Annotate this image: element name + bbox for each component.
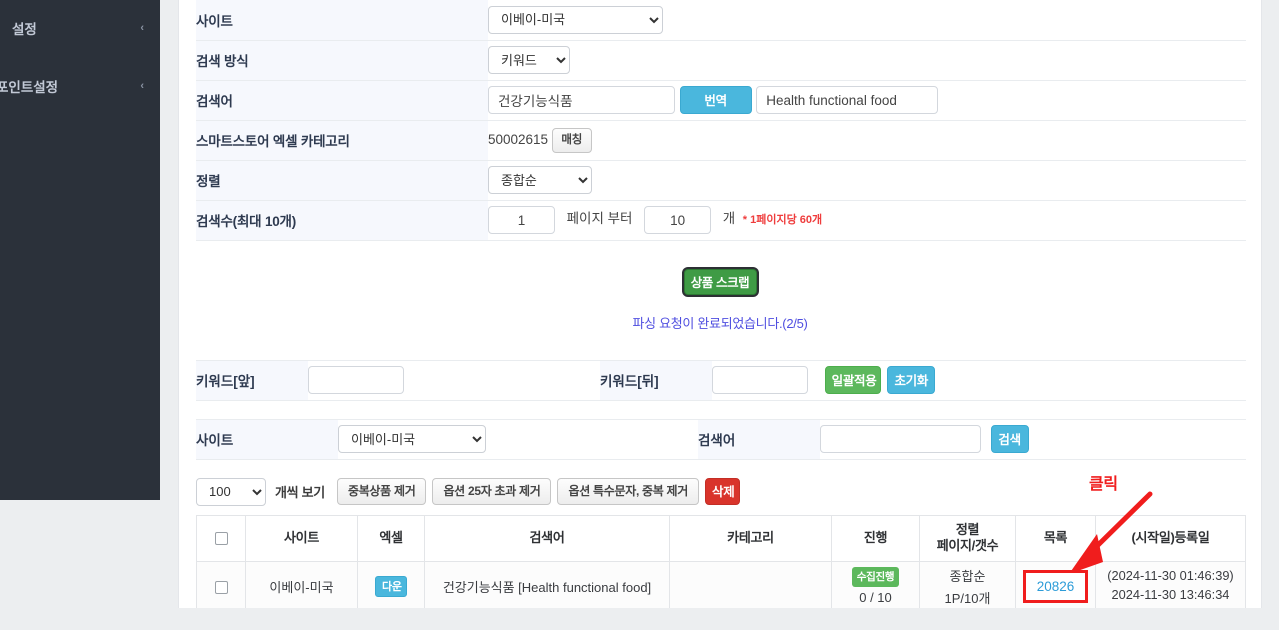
form-row-smartstore-category: 스마트스토어 엑셀 카테고리 50002615 매칭 [196,120,1246,161]
search-site-label: 사이트 [196,418,338,460]
translate-button[interactable]: 번역 [679,86,752,114]
row-progress-cell: 수집진행 0 / 10 [831,560,920,608]
form-label-site: 사이트 [196,0,488,41]
row-sort-cell: 종합순 1P/10개 [919,560,1016,608]
keyword-front-label: 키워드[앞] [196,359,308,401]
row-site: 이베이-미국 [245,560,358,608]
keyword-back-input[interactable] [712,366,808,394]
row-excel-cell: 다운 [357,560,425,608]
reset-button[interactable]: 초기화 [887,366,936,394]
grid-header-excel: 엑셀 [357,514,425,562]
keyword-tools-row: 키워드[앞] 키워드[뒤] 일괄적용 초기화 [196,359,1246,401]
scrap-section: 상품 스크랩 파싱 요청이 완료되었습니다.(2/5) [196,241,1244,332]
form-row-keyword: 검색어 번역 [196,80,1246,121]
settings-form-table: 사이트 이베이-미국 검색 방식 키워드 검색어 건강기능식품 번역 Healt… [196,0,1246,241]
search-bar-table: 사이트 이베이-미국 검색어 검색 [196,418,1246,460]
keyword-tools-table: 키워드[앞] 키워드[뒤] 일괄적용 초기화 [196,359,1246,401]
form-label-sort: 정렬 [196,160,488,201]
grid-header-row: 사이트 엑셀 검색어 카테고리 진행 정렬 페이지/갯수 목록 (시작일)등록일 [196,514,1246,562]
row-category [669,560,832,608]
row-list-cell: 20826 [1015,560,1096,608]
form-label-search-method: 검색 방식 [196,40,488,81]
row-checkbox[interactable] [214,580,228,594]
grid-header-keyword: 검색어 [424,514,670,562]
main-content-panel: 사이트 이베이-미국 검색 방식 키워드 검색어 건강기능식품 번역 Healt… [178,0,1262,608]
search-button[interactable]: 검색 [990,425,1029,453]
grid-header-progress: 진행 [831,514,920,562]
keyword-back-label: 키워드[뒤] [600,359,712,401]
remove-duplicate-products-button[interactable]: 중복상품 제거 [336,478,427,505]
count-note: * 1페이지당 60개 [742,214,823,227]
site-select[interactable]: 이베이-미국 [488,5,663,34]
page-count-input[interactable] [644,206,712,234]
search-site-select[interactable]: 이베이-미국 [338,425,486,453]
table-row: 이베이-미국 다운 건강기능식품 [Health functional food… [196,560,1246,608]
per-page-select[interactable]: 100 [196,477,266,506]
select-all-checkbox[interactable] [214,531,228,545]
form-label-smartstore-category: 스마트스토어 엑셀 카테고리 [196,120,488,161]
row-sort-name: 종합순 [949,568,986,584]
form-row-search-count: 검색수(최대 10개) 페이지 부터 개 * 1페이지당 60개 [196,200,1246,241]
apply-all-button[interactable]: 일괄적용 [824,366,881,394]
form-row-search-method: 검색 방식 키워드 [196,40,1246,81]
grid-header-site: 사이트 [245,514,358,562]
list-count-link[interactable]: 20826 [1037,579,1075,594]
form-row-site: 사이트 이베이-미국 [196,0,1246,41]
grid-header-registered-date: (시작일)등록일 [1095,514,1246,562]
search-keyword-input[interactable] [820,425,981,453]
sidebar: 설정 ‹ 포인트설정 ‹ [0,0,160,500]
sort-select[interactable]: 종합순 [488,166,592,194]
form-row-sort: 정렬 종합순 [196,160,1246,201]
grid-header-list: 목록 [1015,514,1096,562]
translated-keyword-input[interactable] [756,86,939,114]
grid-header-sort: 정렬 페이지/갯수 [919,514,1016,562]
grid-header-category: 카테고리 [669,514,832,562]
chevron-left-icon: ‹ [140,21,144,34]
sidebar-item-label: 포인트설정 [0,80,59,95]
page-from-suffix-label: 페이지 부터 [566,211,633,227]
row-date-registered: 2024-11-30 13:46:34 [1111,587,1230,602]
grid-toolbar: 100 개씩 보기 중복상품 제거 옵션 25자 초과 제거 옵션 특수문자, … [196,477,1244,506]
sidebar-item-point-settings[interactable]: 포인트설정 ‹ [0,66,160,106]
remove-option-special-button[interactable]: 옵션 특수문자, 중복 제거 [557,478,700,505]
row-sort-detail: 1P/10개 [944,590,991,606]
grid-header-select-all [196,514,246,562]
category-code-value: 50002615 [488,131,549,147]
keyword-input[interactable] [488,86,675,114]
download-button[interactable]: 다운 [375,575,407,597]
status-badge: 수집진행 [851,567,900,587]
form-label-search-count: 검색수(최대 10개) [196,200,488,241]
row-keyword: 건강기능식품 [Health functional food] [424,560,670,608]
grid-header-sort-line2: 페이지/갯수 [936,538,999,553]
count-suffix-label: 개 [722,211,736,227]
page-from-input[interactable] [488,206,555,234]
search-bar-row: 사이트 이베이-미국 검색어 검색 [196,418,1246,460]
grid-header-sort-line1: 정렬 [955,521,980,537]
per-page-suffix-label: 개씩 보기 [275,485,325,500]
product-scrap-button[interactable]: 상품 스크랩 [683,268,757,295]
row-select-cell [196,560,246,608]
sidebar-item-settings[interactable]: 설정 ‹ [0,8,160,48]
remove-option-over25-button[interactable]: 옵션 25자 초과 제거 [432,478,552,505]
sidebar-item-label: 설정 [12,22,37,37]
chevron-left-icon: ‹ [140,79,144,92]
keyword-front-input[interactable] [308,366,404,394]
row-date-cell: (2024-11-30 01:46:39) 2024-11-30 13:46:3… [1095,560,1246,608]
results-grid: 사이트 엑셀 검색어 카테고리 진행 정렬 페이지/갯수 목록 (시작일)등록일 [196,514,1246,608]
delete-button[interactable]: 삭제 [705,478,741,505]
form-label-keyword: 검색어 [196,80,488,121]
list-count-highlight[interactable]: 20826 [1022,569,1089,603]
scrap-status-message: 파싱 요청이 완료되었습니다.(2/5) [632,315,808,331]
app-root: 설정 ‹ 포인트설정 ‹ 사이트 이베이-미국 검색 방식 키워드 검색어 건강… [0,0,1279,630]
match-button[interactable]: 매칭 [551,127,592,153]
row-date-start: (2024-11-30 01:46:39) [1107,568,1234,584]
row-progress-count: 0 / 10 [859,590,892,605]
search-keyword-label: 검색어 [698,418,820,460]
search-method-select[interactable]: 키워드 [488,46,570,74]
